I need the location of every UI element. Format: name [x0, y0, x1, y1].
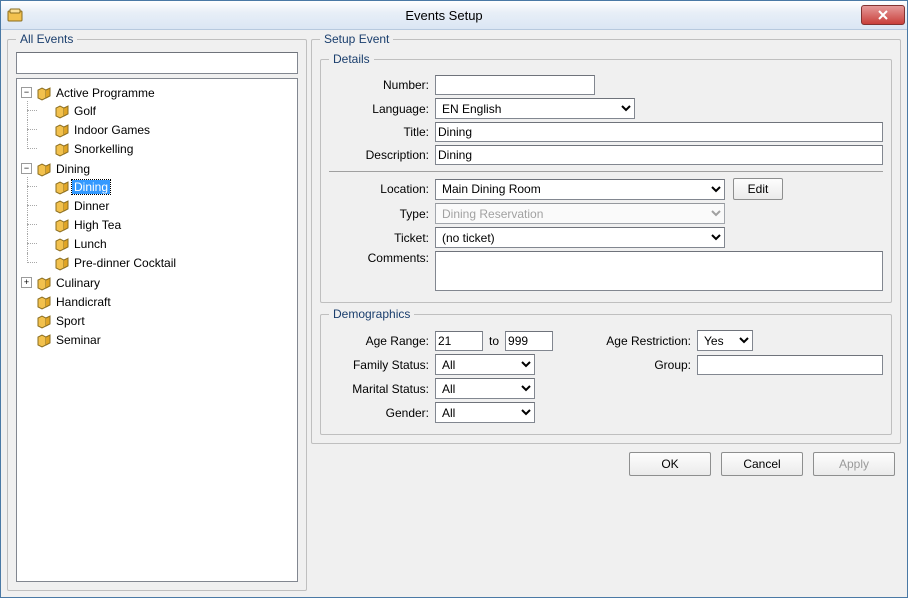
expander-minus-icon[interactable]: −	[21, 163, 32, 174]
group-label: Group:	[535, 358, 697, 372]
app-icon	[7, 7, 23, 23]
age-to-input[interactable]	[505, 331, 553, 351]
setup-event-pane: Setup Event Details Number: Language: EN…	[311, 32, 901, 591]
all-events-legend: All Events	[16, 32, 77, 46]
age-range-label: Age Range:	[329, 334, 435, 348]
title-input[interactable]	[435, 122, 883, 142]
type-label: Type:	[329, 207, 435, 221]
type-select: Dining Reservation	[435, 203, 725, 224]
tree-node-selected[interactable]: Dining	[72, 180, 110, 194]
tree-node[interactable]: Active Programme	[54, 86, 157, 100]
comments-textarea[interactable]	[435, 251, 883, 291]
item-icon	[36, 294, 52, 310]
ok-button[interactable]: OK	[629, 452, 711, 476]
ticket-select[interactable]: (no ticket)	[435, 227, 725, 248]
expander-minus-icon[interactable]: −	[21, 87, 32, 98]
tree-node[interactable]: Handicraft	[54, 295, 113, 309]
tree-node[interactable]: Lunch	[72, 237, 109, 251]
tree-node[interactable]: Dining	[54, 162, 92, 176]
tree-node[interactable]: High Tea	[72, 218, 123, 232]
title-label: Title:	[329, 125, 435, 139]
events-search-input[interactable]	[16, 52, 298, 74]
description-input[interactable]	[435, 145, 883, 165]
close-icon	[878, 10, 888, 20]
expander-plus-icon[interactable]: +	[21, 277, 32, 288]
tree-node[interactable]: Seminar	[54, 333, 103, 347]
item-icon	[54, 217, 70, 233]
tree-node[interactable]: Dinner	[72, 199, 111, 213]
comments-label: Comments:	[329, 251, 435, 265]
tree-node[interactable]: Pre-dinner Cocktail	[72, 256, 178, 270]
all-events-group: All Events − Active Programme Golf	[7, 32, 307, 591]
item-icon	[36, 332, 52, 348]
age-restriction-label: Age Restriction:	[553, 334, 697, 348]
details-legend: Details	[329, 52, 374, 66]
separator	[329, 171, 883, 172]
cancel-button[interactable]: Cancel	[721, 452, 803, 476]
demographics-legend: Demographics	[329, 307, 414, 321]
tree-node[interactable]: Culinary	[54, 276, 102, 290]
folder-icon	[36, 275, 52, 291]
title-bar: Events Setup	[1, 1, 907, 30]
description-label: Description:	[329, 148, 435, 162]
marital-status-label: Marital Status:	[329, 382, 435, 396]
item-icon	[54, 198, 70, 214]
gender-select[interactable]: All	[435, 402, 535, 423]
location-label: Location:	[329, 182, 435, 196]
folder-icon	[36, 161, 52, 177]
tree-node[interactable]: Indoor Games	[72, 123, 152, 137]
tree-node[interactable]: Golf	[72, 104, 98, 118]
to-label: to	[483, 334, 505, 348]
number-input[interactable]	[435, 75, 595, 95]
events-tree[interactable]: − Active Programme Golf Indoor Games Sno…	[16, 78, 298, 582]
window-body: All Events − Active Programme Golf	[1, 30, 907, 597]
window-title: Events Setup	[27, 8, 861, 23]
item-icon	[54, 141, 70, 157]
age-restriction-select[interactable]: Yes	[697, 330, 753, 351]
ticket-label: Ticket:	[329, 231, 435, 245]
edit-location-button[interactable]: Edit	[733, 178, 783, 200]
tree-node[interactable]: Snorkelling	[72, 142, 135, 156]
marital-status-select[interactable]: All	[435, 378, 535, 399]
details-group: Details Number: Language: EN English Tit…	[320, 52, 892, 303]
group-input[interactable]	[697, 355, 883, 375]
language-select[interactable]: EN English	[435, 98, 635, 119]
folder-icon	[36, 85, 52, 101]
family-status-select[interactable]: All	[435, 354, 535, 375]
dialog-button-bar: OK Cancel Apply	[311, 444, 901, 478]
family-status-label: Family Status:	[329, 358, 435, 372]
item-icon	[54, 103, 70, 119]
events-setup-window: Events Setup All Events − Active Program…	[0, 0, 908, 598]
all-events-pane: All Events − Active Programme Golf	[7, 32, 307, 591]
apply-button[interactable]: Apply	[813, 452, 895, 476]
item-icon	[54, 236, 70, 252]
gender-label: Gender:	[329, 406, 435, 420]
item-icon	[54, 122, 70, 138]
demographics-group: Demographics Age Range: to Age Restricti…	[320, 307, 892, 435]
age-from-input[interactable]	[435, 331, 483, 351]
language-label: Language:	[329, 102, 435, 116]
close-button[interactable]	[861, 5, 905, 25]
item-icon	[54, 255, 70, 271]
setup-event-group: Setup Event Details Number: Language: EN…	[311, 32, 901, 444]
tree-node[interactable]: Sport	[54, 314, 87, 328]
number-label: Number:	[329, 78, 435, 92]
location-select[interactable]: Main Dining Room	[435, 179, 725, 200]
item-icon	[36, 313, 52, 329]
setup-event-legend: Setup Event	[320, 32, 393, 46]
item-icon	[54, 179, 70, 195]
